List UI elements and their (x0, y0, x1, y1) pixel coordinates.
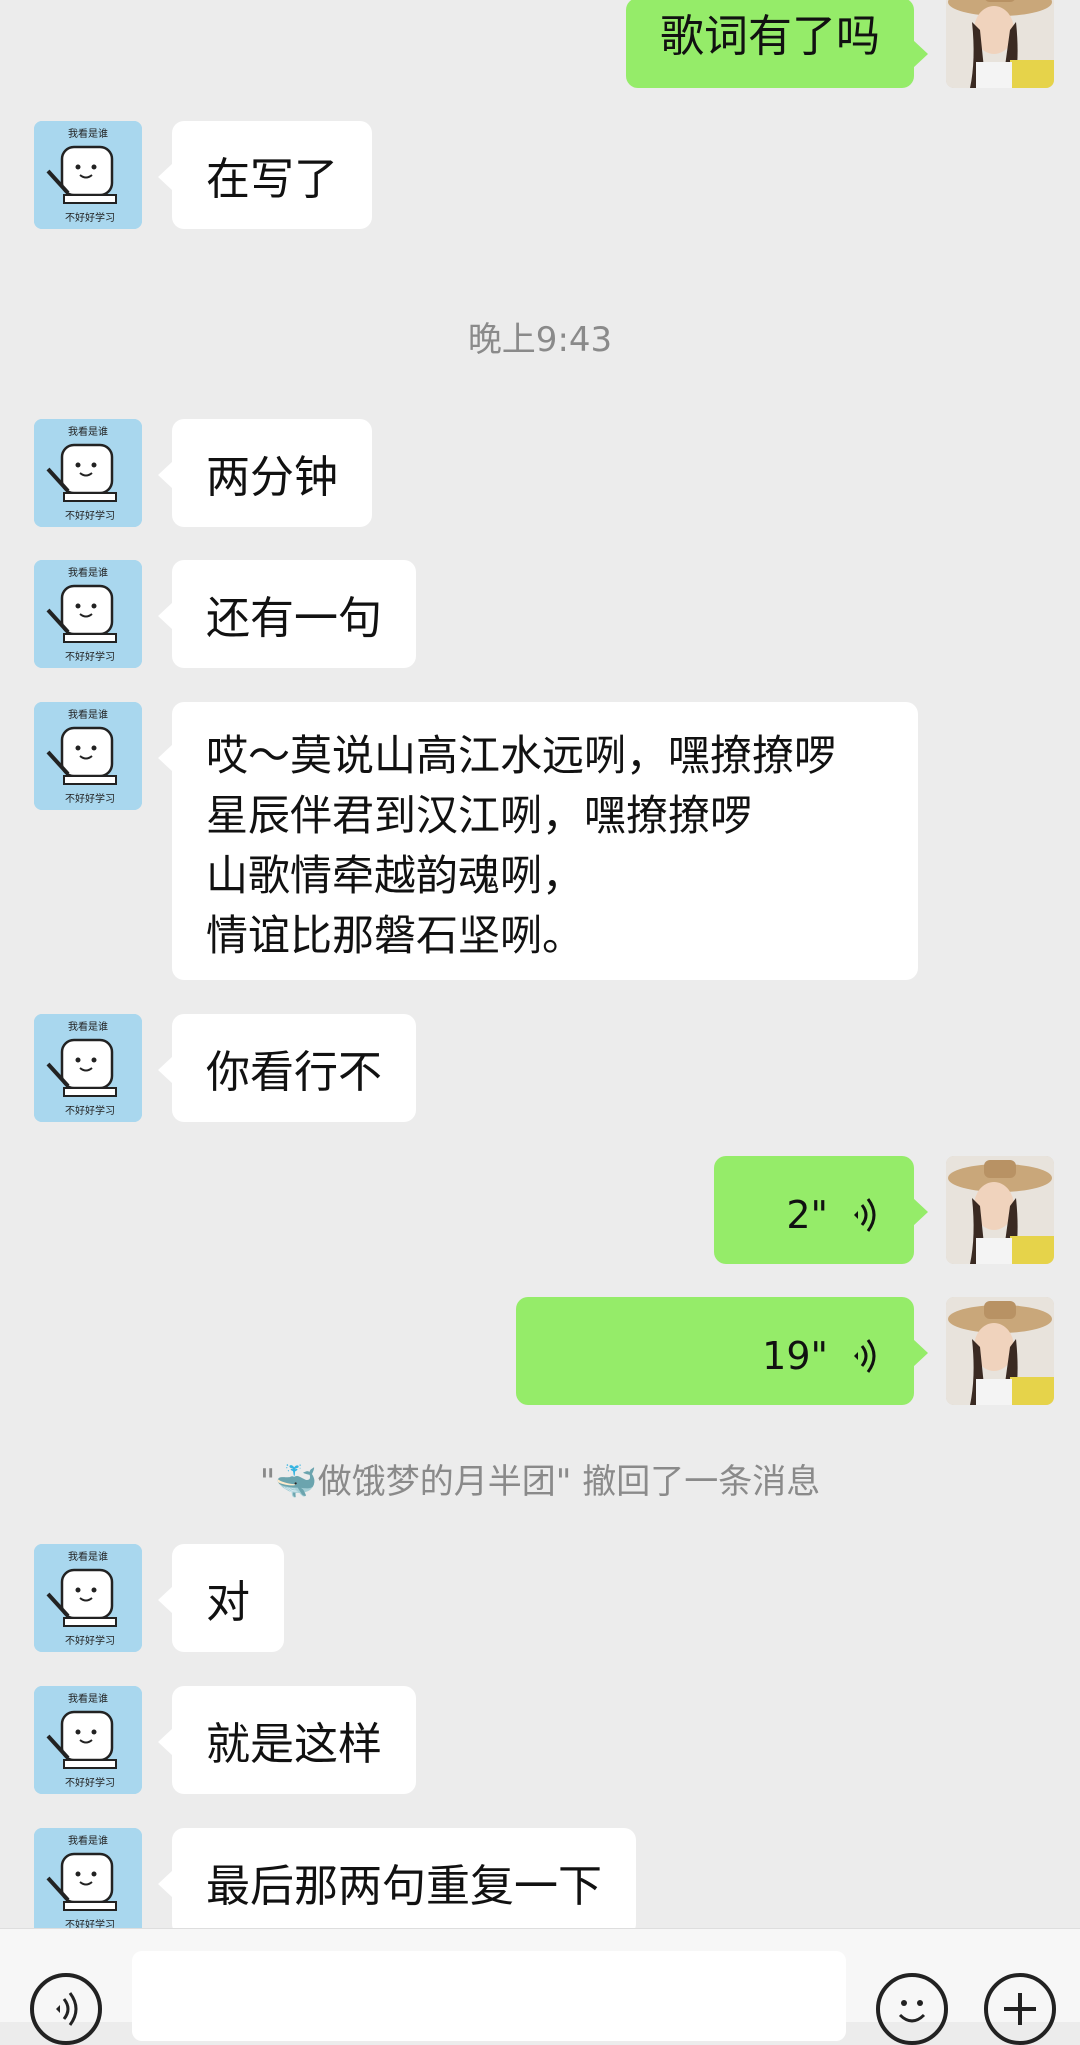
incoming-message[interactable]: 你看行不 (158, 1014, 416, 1122)
friend-avatar[interactable]: 我看是谁 不好好学习 (34, 1686, 142, 1794)
person-photo-icon (946, 1297, 1054, 1405)
svg-text:我看是谁: 我看是谁 (68, 1834, 108, 1847)
friend-avatar[interactable]: 我看是谁 不好好学习 (34, 419, 142, 527)
voice-duration: 19" (762, 1334, 828, 1378)
timestamp: 晚上9:43 (467, 320, 613, 360)
voice-wave-icon (854, 1198, 876, 1232)
cartoon-avatar-icon: 我看是谁 不好好学习 (34, 702, 142, 810)
svg-text:不好好学习: 不好好学习 (65, 650, 115, 663)
my-avatar[interactable] (946, 1156, 1054, 1264)
emoji-icon (898, 2000, 926, 2023)
cartoon-avatar-icon: 我看是谁 不好好学习 (34, 419, 142, 527)
lyric-line: 星辰伴君到汉江咧，嘿撩撩啰 (206, 791, 753, 840)
svg-text:不好好学习: 不好好学习 (65, 1104, 115, 1117)
incoming-message[interactable]: 就是这样 (158, 1686, 416, 1794)
svg-text:不好好学习: 不好好学习 (65, 211, 115, 224)
svg-text:不好好学习: 不好好学习 (65, 1918, 115, 1928)
message-text: 最后那两句重复一下 (206, 1861, 602, 1912)
friend-avatar[interactable]: 我看是谁 不好好学习 (34, 1014, 142, 1122)
voice-message[interactable]: 2" (714, 1156, 928, 1264)
lyric-line: 哎～莫说山高江水远咧，嘿撩撩啰 (206, 731, 837, 780)
svg-text:我看是谁: 我看是谁 (68, 708, 108, 721)
friend-avatar[interactable]: 我看是谁 不好好学习 (34, 702, 142, 810)
svg-text:我看是谁: 我看是谁 (68, 566, 108, 579)
friend-avatar[interactable]: 我看是谁 不好好学习 (34, 560, 142, 668)
message-input[interactable] (132, 1951, 846, 2041)
chat-area[interactable]: 歌词有了吗 我看是谁 不好好学习 在写了 晚上9:43 我看是谁 不好好学习 两… (0, 0, 1080, 1928)
lyric-line: 山歌情牵越韵魂咧， (206, 851, 585, 900)
message-text: 你看行不 (206, 1047, 382, 1098)
outgoing-message[interactable]: 歌词有了吗 (626, 0, 928, 88)
incoming-message[interactable]: 还有一句 (158, 560, 416, 668)
add-button[interactable] (984, 1973, 1056, 2045)
friend-avatar[interactable]: 我看是谁 不好好学习 (34, 1828, 142, 1928)
message-text: 还有一句 (206, 593, 382, 644)
voice-wave-icon (854, 1339, 876, 1373)
cartoon-avatar-icon: 我看是谁 不好好学习 (34, 121, 142, 229)
svg-text:不好好学习: 不好好学习 (65, 792, 115, 805)
my-avatar[interactable] (946, 1297, 1054, 1405)
svg-text:不好好学习: 不好好学习 (65, 1776, 115, 1789)
incoming-message[interactable]: 最后那两句重复一下 (158, 1828, 636, 1928)
incoming-message[interactable]: 对 (158, 1544, 284, 1652)
svg-text:我看是谁: 我看是谁 (68, 127, 108, 140)
cartoon-avatar-icon: 我看是谁 不好好学习 (34, 1544, 142, 1652)
add-icon (1004, 1993, 1036, 2025)
message-text: 就是这样 (206, 1719, 382, 1770)
svg-text:我看是谁: 我看是谁 (68, 1020, 108, 1033)
svg-text:不好好学习: 不好好学习 (65, 1634, 115, 1647)
message-text: 两分钟 (206, 452, 338, 503)
lyric-line: 情谊比那磐石坚咧。 (206, 911, 585, 960)
incoming-message[interactable]: 两分钟 (158, 419, 372, 527)
my-avatar[interactable] (946, 0, 1054, 88)
input-toolbar (0, 1928, 1080, 2045)
message-text: 在写了 (206, 154, 338, 205)
recall-notice: "🐳做饿梦的月半团" 撤回了一条消息 (259, 1462, 821, 1502)
cartoon-avatar-icon: 我看是谁 不好好学习 (34, 1828, 142, 1928)
message-text: 歌词有了吗 (660, 11, 880, 62)
voice-mode-button[interactable] (30, 1973, 102, 2045)
message-text: 对 (206, 1577, 250, 1628)
cartoon-avatar-icon: 我看是谁 不好好学习 (34, 1014, 142, 1122)
svg-text:不好好学习: 不好好学习 (65, 509, 115, 522)
person-photo-icon (946, 0, 1054, 88)
voice-mode-icon (56, 1992, 78, 2026)
voice-message[interactable]: 19" (516, 1297, 928, 1405)
person-photo-icon (946, 1156, 1054, 1264)
friend-avatar[interactable]: 我看是谁 不好好学习 (34, 1544, 142, 1652)
emoji-button[interactable] (876, 1973, 948, 2045)
svg-text:我看是谁: 我看是谁 (68, 425, 108, 438)
incoming-message[interactable]: 在写了 (158, 121, 372, 229)
incoming-message-lyrics[interactable]: 哎～莫说山高江水远咧，嘿撩撩啰 星辰伴君到汉江咧，嘿撩撩啰 山歌情牵越韵魂咧， … (158, 702, 918, 980)
cartoon-avatar-icon: 我看是谁 不好好学习 (34, 560, 142, 668)
svg-text:我看是谁: 我看是谁 (68, 1692, 108, 1705)
svg-text:我看是谁: 我看是谁 (68, 1550, 108, 1563)
voice-duration: 2" (786, 1193, 828, 1237)
cartoon-avatar-icon: 我看是谁 不好好学习 (34, 1686, 142, 1794)
friend-avatar[interactable]: 我看是谁 不好好学习 (34, 121, 142, 229)
